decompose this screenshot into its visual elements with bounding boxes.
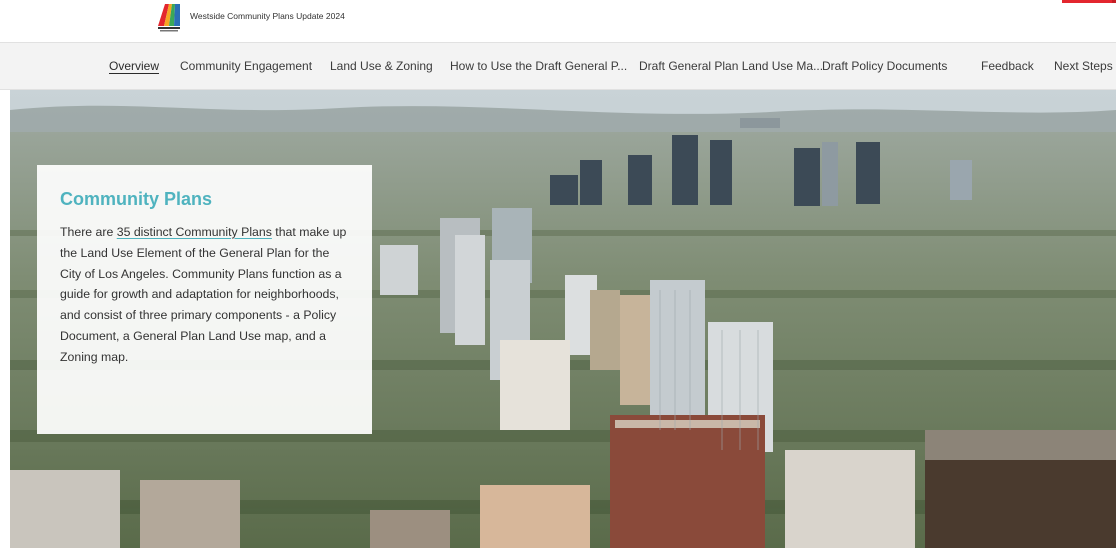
card-title: Community Plans <box>60 189 213 209</box>
nav-how-to-use-draft[interactable]: How to Use the Draft General P... <box>450 59 627 73</box>
hero-banner: Community Plans There are 35 distinct Co… <box>10 90 1116 548</box>
city-logo-icon[interactable] <box>158 4 180 34</box>
community-plans-count-link[interactable]: 35 distinct Community Plans <box>117 225 272 239</box>
nav-community-engagement[interactable]: Community Engagement <box>180 59 312 73</box>
corner-button[interactable] <box>1062 0 1112 3</box>
site-title[interactable]: Westside Community Plans Update 2024 <box>190 11 345 21</box>
nav-draft-policy-documents[interactable]: Draft Policy Documents <box>822 59 947 73</box>
nav-draft-land-use-map[interactable]: Draft General Plan Land Use Ma... <box>639 59 823 73</box>
nav-overview[interactable]: Overview <box>109 59 159 73</box>
community-plans-card: Community Plans There are 35 distinct Co… <box>37 165 372 434</box>
nav-land-use-zoning[interactable]: Land Use & Zoning <box>330 59 433 73</box>
top-header: Westside Community Plans Update 2024 <box>0 0 1116 42</box>
card-body-text-rest: that make up the Land Use Element of the… <box>60 225 347 364</box>
card-body: There are 35 distinct Community Plans th… <box>60 222 348 368</box>
main-nav: Overview Community Engagement Land Use &… <box>0 42 1116 90</box>
corner-accent <box>1112 0 1116 3</box>
nav-feedback[interactable]: Feedback <box>981 59 1034 73</box>
card-body-text: There are <box>60 225 117 239</box>
nav-next-steps[interactable]: Next Steps <box>1054 59 1113 73</box>
